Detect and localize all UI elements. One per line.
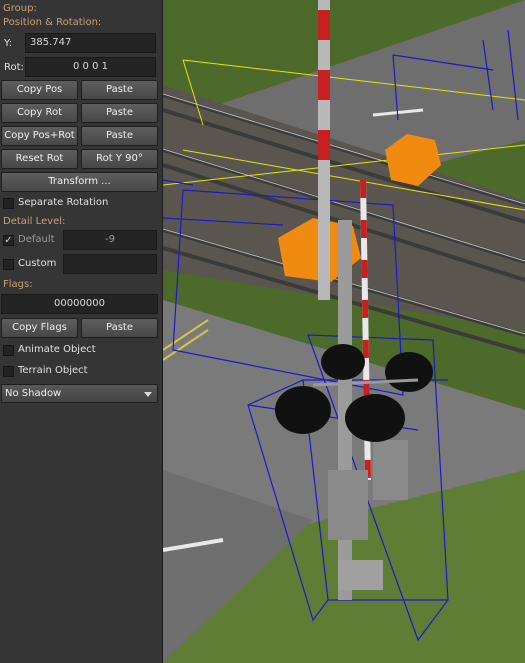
terrain-object-label: Terrain Object: [18, 365, 88, 376]
animate-object-checkbox[interactable]: [3, 345, 14, 356]
3d-viewport[interactable]: [163, 0, 525, 663]
position-rotation-label: Position & Rotation:: [3, 17, 102, 28]
copy-flags-button[interactable]: Copy Flags: [1, 318, 78, 338]
separate-rotation-label: Separate Rotation: [18, 197, 109, 208]
shadow-select[interactable]: No Shadow: [1, 384, 158, 403]
reset-rot-button[interactable]: Reset Rot: [1, 149, 78, 169]
paste-flags-button[interactable]: Paste: [81, 318, 158, 338]
flags-label: Flags:: [3, 279, 33, 290]
detail-level-label: Detail Level:: [3, 216, 66, 227]
default-detail-label: Default: [18, 234, 55, 245]
custom-detail-field[interactable]: [63, 254, 157, 274]
separate-rotation-checkbox[interactable]: [3, 198, 14, 209]
copy-pos-button[interactable]: Copy Pos: [1, 80, 78, 100]
scene-canvas[interactable]: [163, 0, 525, 663]
terrain-object-checkbox[interactable]: [3, 366, 14, 377]
group-label: Group:: [3, 3, 37, 14]
copy-pos-rot-button[interactable]: Copy Pos+Rot: [1, 126, 78, 146]
custom-detail-checkbox[interactable]: [3, 259, 14, 270]
y-label: Y:: [4, 38, 13, 49]
default-detail-field[interactable]: -9: [63, 230, 157, 250]
animate-object-label: Animate Object: [18, 344, 96, 355]
flags-field[interactable]: 00000000: [1, 294, 158, 314]
rotation-field[interactable]: 0 0 0 1: [25, 57, 156, 77]
shadow-select-value: No Shadow: [5, 388, 62, 399]
default-detail-checkbox[interactable]: ✓: [3, 235, 14, 246]
copy-rot-button[interactable]: Copy Rot: [1, 103, 78, 123]
paste-pos-button[interactable]: Paste: [81, 80, 158, 100]
object-properties-panel: Group: Position & Rotation: Y: 385.747 R…: [0, 0, 163, 663]
rot-y-90-button[interactable]: Rot Y 90°: [81, 149, 158, 169]
rot-label: Rot:: [4, 62, 24, 73]
paste-rot-button[interactable]: Paste: [81, 103, 158, 123]
paste-pos-rot-button[interactable]: Paste: [81, 126, 158, 146]
chevron-down-icon: [144, 392, 152, 397]
transform-button[interactable]: Transform ...: [1, 172, 158, 192]
custom-detail-label: Custom: [18, 258, 57, 269]
y-position-field[interactable]: 385.747: [25, 33, 156, 53]
